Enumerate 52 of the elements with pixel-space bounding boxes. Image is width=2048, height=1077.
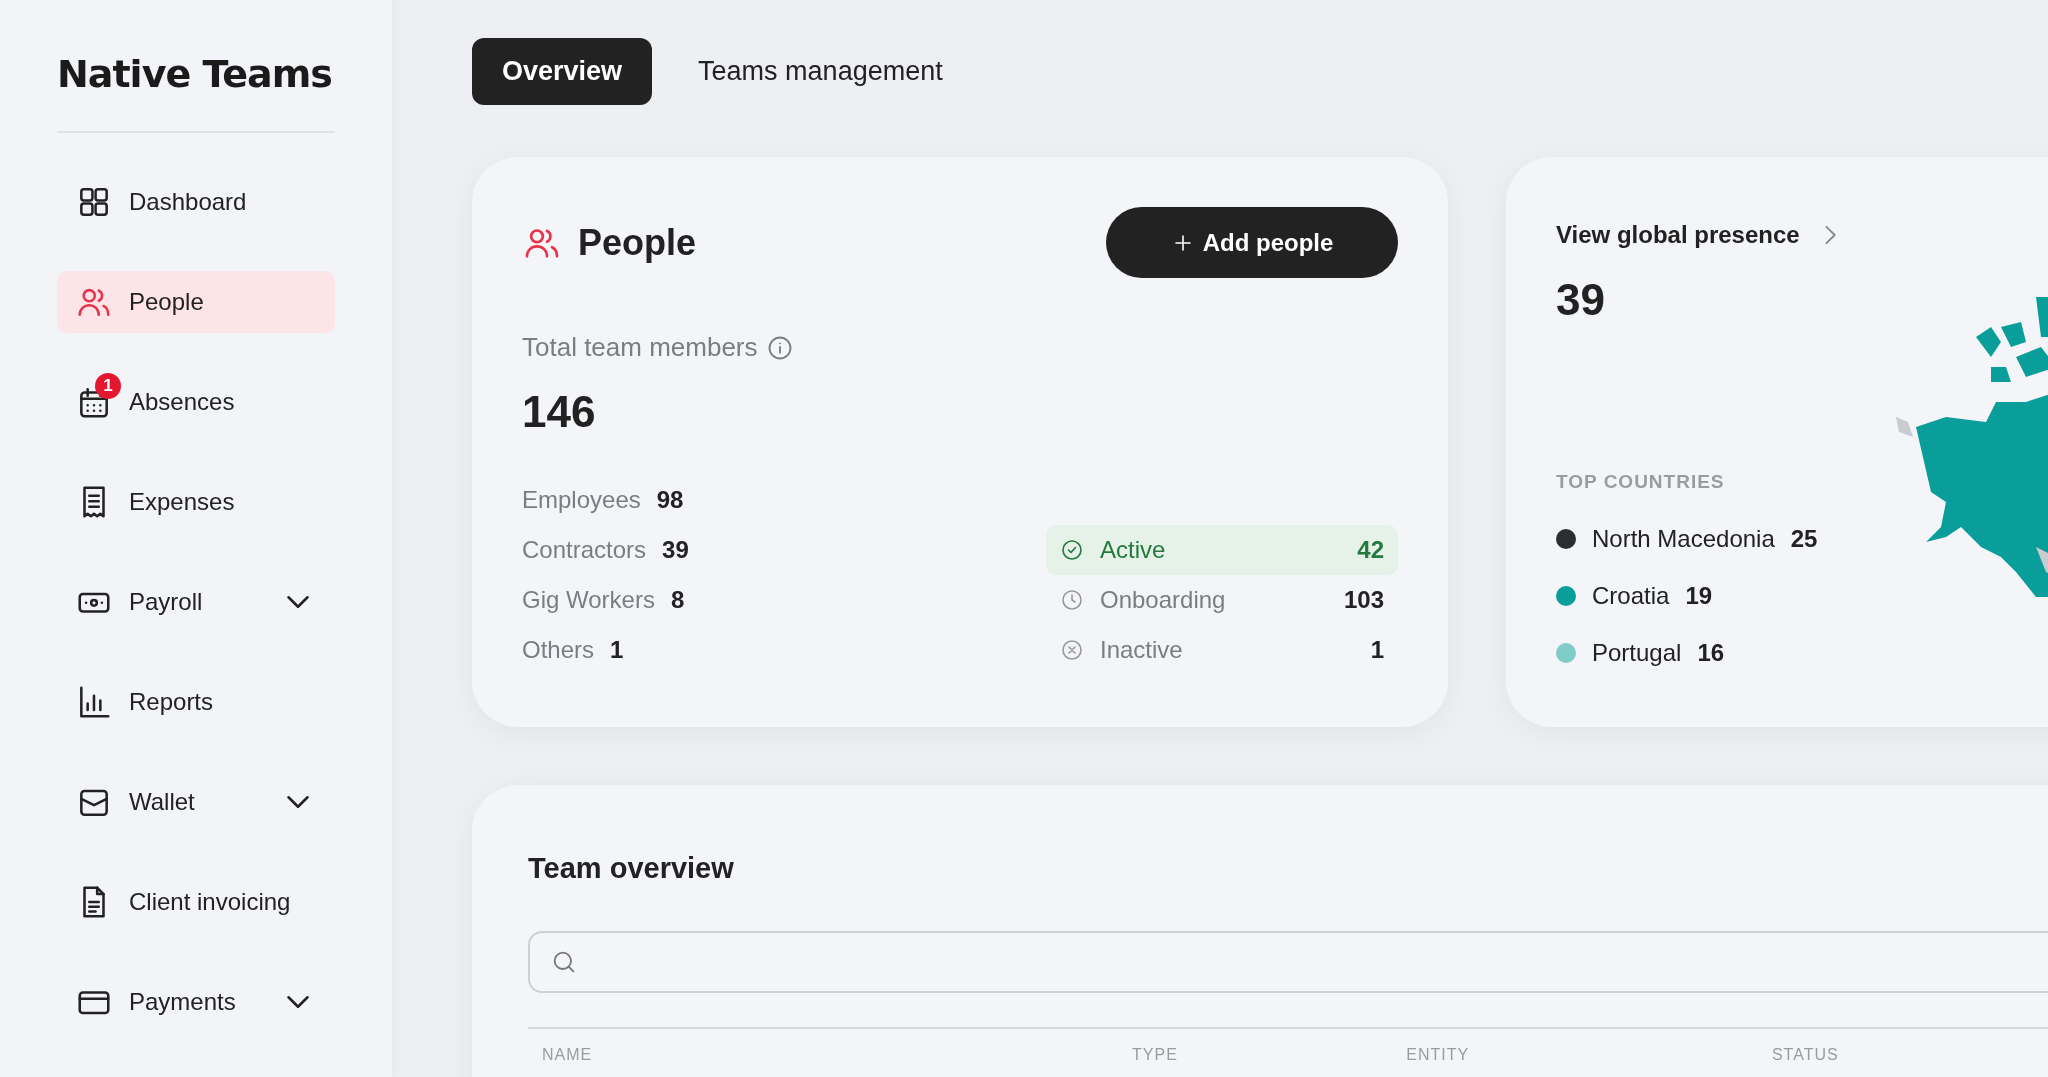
country-name: Croatia	[1592, 581, 1670, 611]
status-count: 42	[1357, 535, 1384, 565]
column-header: ENTITY	[1405, 1044, 1471, 1065]
sidebar-item[interactable]: Reports	[57, 671, 335, 733]
status-row[interactable]: Inactive 1	[1046, 625, 1398, 675]
total-label: Total team members	[522, 331, 758, 364]
type-label: Employees	[522, 485, 641, 515]
country-count: 16	[1697, 638, 1725, 668]
add-people-button[interactable]: Add people	[1106, 207, 1398, 278]
type-count: 39	[662, 535, 689, 565]
country-name: North Macedonia	[1592, 524, 1775, 554]
global-presence-link[interactable]: View global presence	[1556, 217, 1844, 253]
sidebar-item[interactable]: Wallet	[57, 771, 335, 833]
x-circle-icon	[1060, 638, 1084, 662]
search-field[interactable]	[528, 930, 2048, 993]
status-row[interactable]: Onboarding 103	[1046, 575, 1398, 625]
sidebar-item[interactable]: People	[57, 271, 335, 333]
country-count: 19	[1685, 581, 1713, 611]
check-circle-icon	[1060, 538, 1084, 562]
type-count: 8	[670, 585, 685, 615]
column-header: TYPE	[1131, 1044, 1179, 1065]
notification-badge: 1	[95, 373, 121, 399]
status-label: Onboarding	[1100, 585, 1226, 615]
type-label: Contractors	[522, 535, 647, 565]
sidebar-item[interactable]: Payroll	[57, 571, 335, 633]
country-count: 39	[1556, 274, 1606, 326]
logo: Native Teams	[57, 46, 335, 133]
sidebar-item[interactable]: Expenses	[57, 471, 335, 533]
sidebar-item[interactable]: Payments	[57, 971, 335, 1033]
type-label: Others	[522, 635, 595, 665]
type-count: 98	[656, 485, 684, 515]
status-label: Active	[1100, 535, 1166, 565]
section-heading: TOP COUNTRIES	[1556, 470, 1726, 494]
country-name: Portugal	[1592, 638, 1682, 668]
column-header: STATUS	[1770, 1044, 1840, 1065]
sidebar-item[interactable]: Dashboard	[57, 171, 335, 233]
tab[interactable]: Overview	[472, 38, 653, 105]
status-label: Inactive	[1100, 635, 1183, 665]
section-title: Team overview	[528, 851, 735, 886]
country-count: 25	[1790, 524, 1818, 554]
status-count: 103	[1343, 585, 1384, 615]
sidebar-item[interactable]: 1 Absences	[57, 371, 335, 433]
card-title: People	[578, 220, 697, 265]
sidebar-item[interactable]: Client invoicing	[57, 871, 335, 933]
clock-icon	[1060, 588, 1084, 612]
column-header: NAME	[541, 1044, 594, 1065]
tab[interactable]: Teams management	[668, 38, 973, 105]
status-row[interactable]: Active 42	[1046, 525, 1398, 575]
type-count: 1	[610, 635, 624, 665]
total-count: 146	[522, 386, 597, 438]
type-label: Gig Workers	[522, 585, 655, 615]
status-count: 1	[1370, 635, 1384, 665]
